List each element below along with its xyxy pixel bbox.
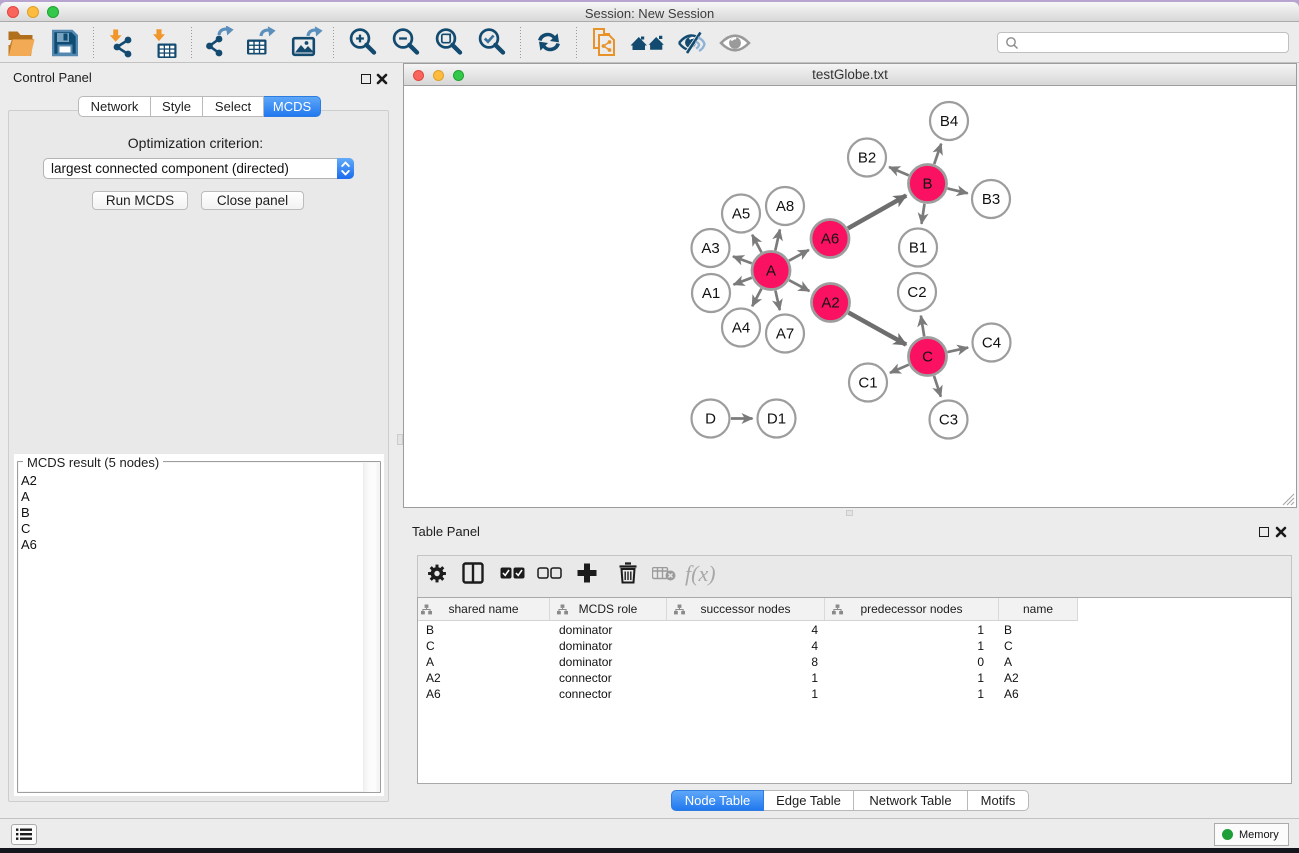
svg-text:A1: A1 (702, 285, 720, 302)
svg-text:B: B (922, 176, 932, 193)
svg-text:C4: C4 (982, 335, 1001, 352)
svg-text:A3: A3 (701, 240, 719, 257)
svg-text:A6: A6 (821, 231, 839, 248)
svg-text:B3: B3 (982, 191, 1000, 208)
svg-text:C1: C1 (858, 375, 877, 392)
svg-text:A8: A8 (776, 198, 794, 215)
svg-text:C2: C2 (907, 284, 926, 301)
svg-text:C3: C3 (939, 412, 958, 429)
svg-text:B2: B2 (858, 150, 876, 167)
svg-text:B4: B4 (940, 113, 958, 130)
svg-text:A4: A4 (732, 320, 750, 337)
svg-text:A7: A7 (776, 326, 794, 343)
svg-text:A: A (766, 263, 776, 280)
svg-text:B1: B1 (909, 240, 927, 257)
svg-text:A2: A2 (821, 295, 839, 312)
svg-text:D1: D1 (767, 411, 786, 428)
svg-text:A5: A5 (732, 206, 750, 223)
svg-text:D: D (705, 411, 716, 428)
svg-text:C: C (922, 349, 933, 366)
